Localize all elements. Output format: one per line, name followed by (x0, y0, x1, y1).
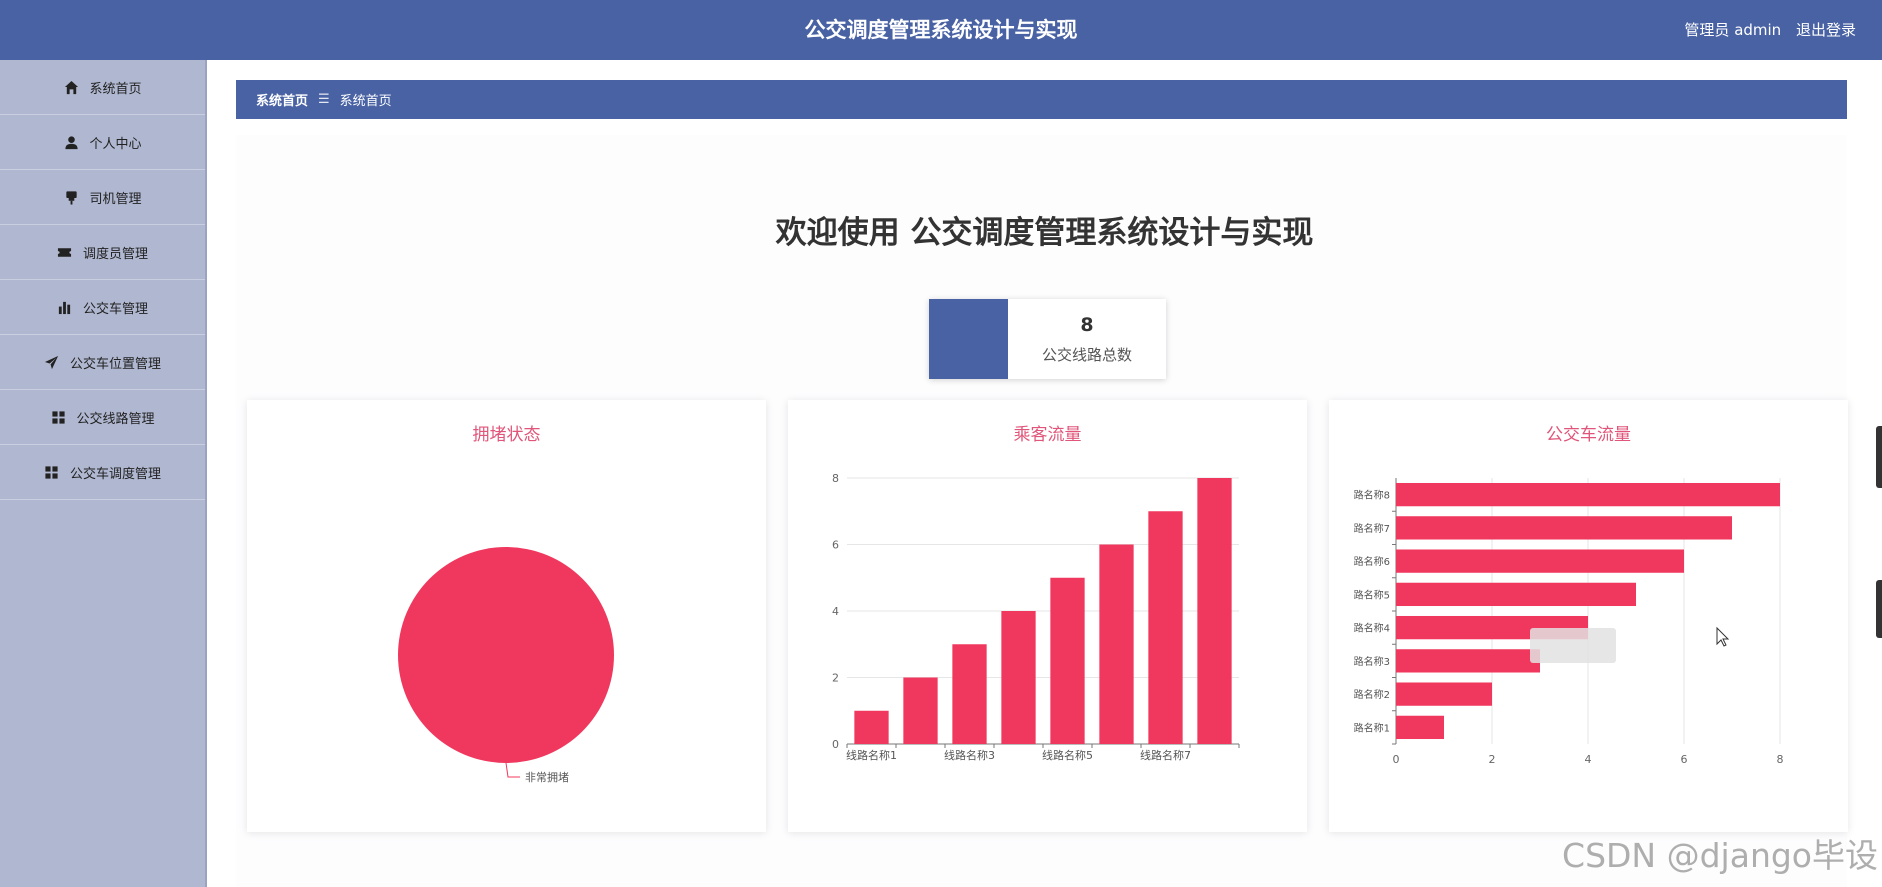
grid-icon (44, 464, 60, 480)
grid-icon (50, 409, 66, 425)
sidebar-item-label: 系统首页 (89, 81, 142, 97)
sidebar: 系统首页 个人中心 司机管理 调度员管理 公交车管理 公交车位置管理 公交线路管… (0, 60, 207, 887)
cursor-icon (1716, 626, 1730, 647)
pie-chart: 非常拥堵 (398, 547, 614, 784)
bar (1396, 715, 1444, 740)
bus-flow-chart-card: 公交车流量 0 2 4 6 8 路名称1 路名称2 路名称3 路名称4 路名称5 路名称6 路名称7 路… (1329, 400, 1848, 832)
pin-icon (63, 189, 79, 205)
y-tick-label: 路名称7 (1354, 522, 1390, 535)
y-tick-label: 0 (832, 738, 839, 751)
y-tick-label: 4 (832, 605, 839, 618)
bar (1396, 549, 1684, 573)
x-tick-label: 8 (1777, 753, 1784, 766)
sidebar-item-profile[interactable]: 个人中心 (0, 115, 205, 170)
sidebar-item-label: 公交车位置管理 (69, 356, 161, 372)
pie-label-line (505, 762, 520, 778)
sidebar-item-home[interactable]: 系统首页 (0, 60, 205, 115)
watermark: CSDN @django毕设 (1562, 836, 1878, 875)
sidebar-item-drivers[interactable]: 司机管理 (0, 170, 205, 225)
sidebar-item-label: 公交车管理 (82, 301, 148, 317)
stat-body: 8 公交线路总数 (1008, 299, 1166, 379)
top-bar: 公交调度管理系统设计与实现 管理员 admin 退出登录 (0, 0, 1882, 60)
breadcrumb-current: 系统首页 (339, 94, 392, 109)
main-content: 系统首页 ☰ 系统首页 欢迎使用 公交调度管理系统设计与实现 8 公交线路总数 … (207, 60, 1882, 887)
bar (854, 710, 889, 744)
pie-slice (398, 547, 614, 763)
home-icon (63, 79, 79, 95)
stat-color-block (929, 299, 1008, 379)
sidebar-item-dispatchers[interactable]: 调度员管理 (0, 225, 205, 280)
sidebar-item-label: 司机管理 (89, 191, 142, 207)
logout-link[interactable]: 退出登录 (1796, 21, 1856, 39)
app-title: 公交调度管理系统设计与实现 (804, 18, 1078, 42)
horizontal-bar-chart: 0 2 4 6 8 路名称1 路名称2 路名称3 路名称4 路名称5 路名称6 路名称7 路名称8 (1354, 478, 1784, 766)
y-tick-label: 路名称1 (1354, 721, 1390, 734)
sidebar-item-buses[interactable]: 公交车管理 (0, 280, 205, 335)
y-tick-label: 6 (832, 539, 839, 552)
ticket-icon (57, 244, 73, 260)
bar (952, 644, 987, 744)
y-tick-label: 路名称3 (1354, 655, 1390, 668)
y-tick-label: 8 (832, 472, 839, 485)
breadcrumb-home[interactable]: 系统首页 (256, 90, 308, 109)
bar (1197, 478, 1232, 744)
x-tick-label: 线路名称3 (944, 748, 995, 762)
welcome-heading: 欢迎使用 公交调度管理系统设计与实现 (775, 215, 1314, 251)
y-tick-label: 路名称5 (1354, 588, 1390, 601)
user-label: 管理员 admin (1684, 21, 1782, 39)
y-tick-label: 路名称6 (1354, 555, 1390, 568)
x-tick-label: 线路名称7 (1140, 748, 1191, 762)
bar (1001, 611, 1036, 744)
breadcrumb-separator-icon: ☰ (318, 92, 330, 107)
side-scroll-tab[interactable] (1876, 426, 1882, 488)
x-tick-label: 2 (1489, 753, 1496, 766)
bar (1099, 544, 1134, 744)
sidebar-item-label: 公交线路管理 (76, 411, 155, 427)
bar (1396, 649, 1540, 673)
bar-chart-icon (57, 299, 73, 315)
x-tick-label: 线路名称1 (846, 748, 897, 762)
sidebar-item-label: 公交车调度管理 (69, 466, 161, 482)
congestion-chart-card: 拥堵状态 非常拥堵 (247, 400, 766, 832)
x-tick-label: 6 (1681, 753, 1688, 766)
bar (1396, 482, 1780, 507)
passenger-flow-chart-card: 乘客流量 0 2 4 6 8 线路名称1 线路名称3 线路名称5 线路名称7 (788, 400, 1307, 832)
x-tick-label: 4 (1585, 753, 1592, 766)
stat-label: 公交线路总数 (1041, 345, 1132, 364)
sidebar-item-label: 调度员管理 (82, 246, 148, 262)
x-tick-label: 线路名称5 (1042, 748, 1093, 762)
sidebar-item-bus-location[interactable]: 公交车位置管理 (0, 335, 205, 390)
y-tick-label: 路名称4 (1354, 622, 1390, 635)
breadcrumb: 系统首页 ☰ 系统首页 (236, 80, 1847, 119)
bar (1396, 516, 1732, 540)
sidebar-item-routes[interactable]: 公交线路管理 (0, 390, 205, 445)
bar (1148, 511, 1183, 744)
y-tick-label: 路名称8 (1354, 489, 1390, 502)
y-tick-label: 2 (832, 672, 839, 685)
sidebar-item-label: 个人中心 (89, 136, 142, 152)
sidebar-item-scheduling[interactable]: 公交车调度管理 (0, 445, 205, 500)
pie-label: 非常拥堵 (525, 770, 569, 784)
stat-value: 8 (1080, 313, 1094, 336)
paper-plane-icon (44, 354, 60, 370)
bar (1396, 582, 1636, 607)
x-tick-label: 0 (1393, 753, 1400, 766)
bar-chart: 0 2 4 6 8 线路名称1 线路名称3 线路名称5 线路名称7 (832, 472, 1240, 762)
bar (903, 677, 938, 744)
bar (1396, 682, 1492, 706)
side-scroll-tab[interactable] (1876, 580, 1882, 638)
user-icon (63, 134, 79, 150)
bar (1050, 577, 1085, 744)
y-tick-label: 路名称2 (1354, 688, 1390, 701)
user-area: 管理员 admin 退出登录 (1684, 0, 1856, 60)
tooltip-ghost (1530, 628, 1616, 663)
route-count-card: 8 公交线路总数 (929, 299, 1166, 379)
